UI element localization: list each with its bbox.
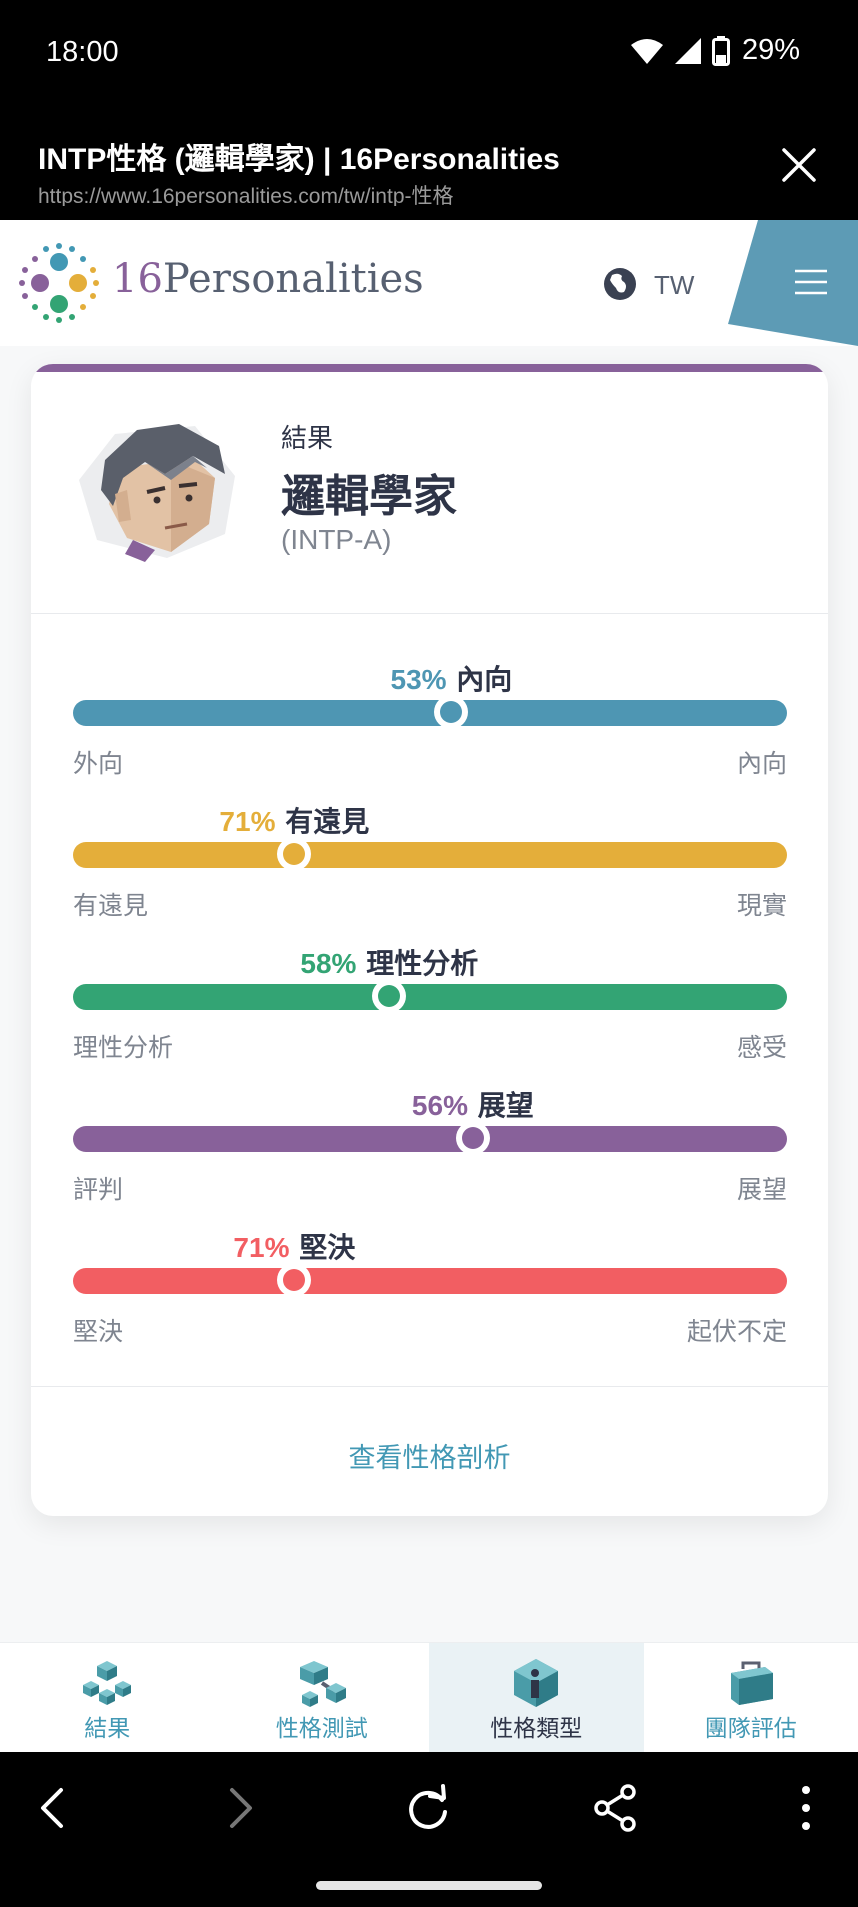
more-icon[interactable] [780, 1782, 832, 1834]
home-indicator[interactable] [316, 1881, 542, 1890]
logo-dots-icon[interactable] [18, 242, 100, 324]
trait-headline: 71% 堅決 [233, 1226, 355, 1266]
trait-name: 理性分析 [366, 947, 479, 980]
logician-avatar [79, 424, 235, 562]
trait-track [73, 984, 787, 1010]
trait-track [73, 1268, 787, 1294]
site-header: 16Personalities TW [0, 220, 858, 346]
trait-left-label: 評判 [73, 1175, 124, 1204]
trait-name: 有遠見 [285, 805, 370, 838]
nav-tab-results[interactable]: 結果 [0, 1643, 215, 1753]
nav-label: 團隊評估 [704, 1716, 797, 1742]
trait-percent: 56% [411, 1090, 468, 1121]
trait-percent: 58% [300, 948, 357, 979]
language-selector[interactable]: TW [654, 270, 694, 301]
personality-type-name: 邏輯學家 [281, 471, 457, 522]
trait-track [73, 1126, 787, 1152]
custom-tab-header: INTP性格 (邏輯學家) | 16Personalities https://… [0, 108, 858, 220]
card-accent-bar [31, 364, 828, 372]
card-divider-bottom [31, 1386, 828, 1387]
logo-word: Personalities [162, 256, 424, 302]
nav-tab-teams[interactable]: 團隊評估 [644, 1643, 858, 1753]
trait-headline: 58% 理性分析 [300, 942, 478, 982]
trait-marker [277, 837, 312, 871]
battery-percent: 29% [741, 34, 800, 66]
menu-wedge[interactable] [728, 220, 858, 346]
trait-percent: 71% [219, 806, 276, 837]
status-icons: 29% [630, 34, 800, 67]
trait-left-label: 堅決 [73, 1317, 124, 1346]
trait-headline: 53% 內向 [391, 658, 513, 698]
trait-marker [372, 979, 407, 1013]
browser-toolbar [0, 1752, 858, 1907]
hamburger-menu-icon[interactable] [794, 268, 828, 296]
results-cubes-icon [83, 1661, 132, 1705]
info-gem-icon [514, 1659, 559, 1707]
trait-bar-tactics: 56% 展望 評判 展望 [73, 1084, 787, 1214]
battery-icon [711, 35, 730, 66]
trait-right-label: 展望 [736, 1175, 787, 1204]
status-time: 18:00 [46, 36, 119, 68]
back-icon[interactable] [27, 1782, 79, 1834]
close-icon[interactable] [778, 144, 820, 186]
logo-number: 16 [112, 256, 163, 302]
trait-right-label: 內向 [736, 749, 787, 778]
signal-icon [674, 37, 701, 64]
share-icon[interactable] [590, 1782, 642, 1834]
trait-headline: 56% 展望 [412, 1084, 534, 1124]
nav-tab-types[interactable]: 性格類型 [429, 1643, 644, 1753]
bottom-tab-nav: 結果 性格測試 性格類型 團隊評估 [0, 1642, 858, 1753]
trait-bar-energy: 71% 有遠見 有遠見 現實 [73, 800, 787, 930]
result-card: 結果 邏輯學家 (INTP-A) 53% 內向 外向 內向 71% 有遠見 有遠… [31, 364, 828, 1516]
forward-icon[interactable] [214, 1782, 266, 1834]
trait-left-label: 外向 [73, 749, 124, 778]
trait-marker [455, 1121, 490, 1155]
trait-track [73, 842, 787, 868]
trait-bar-identity: 71% 堅決 堅決 起伏不定 [73, 1226, 787, 1356]
nav-label: 性格測試 [275, 1716, 368, 1742]
status-bar: 18:00 29% [0, 0, 858, 108]
briefcase-icon [730, 1661, 773, 1705]
trait-left-label: 理性分析 [73, 1033, 174, 1062]
trait-right-label: 現實 [736, 891, 787, 920]
trait-right-label: 感受 [736, 1033, 787, 1062]
trait-percent: 53% [390, 664, 447, 695]
trait-right-label: 起伏不定 [686, 1317, 787, 1346]
nav-label: 結果 [84, 1716, 131, 1742]
trait-marker [434, 695, 469, 729]
test-cubes-icon [299, 1661, 346, 1707]
reload-icon[interactable] [402, 1782, 454, 1834]
personality-type-code: (INTP-A) [281, 524, 392, 555]
trait-left-label: 有遠見 [73, 891, 149, 920]
trait-bar-nature: 58% 理性分析 理性分析 感受 [73, 942, 787, 1072]
nav-label: 性格類型 [490, 1716, 583, 1742]
nav-tab-test[interactable]: 性格測試 [215, 1643, 430, 1753]
trait-track [73, 700, 787, 726]
wifi-icon [630, 38, 663, 64]
trait-name: 展望 [477, 1089, 534, 1122]
globe-icon[interactable] [602, 266, 638, 302]
logo-wordmark[interactable]: 16Personalities [112, 256, 424, 302]
trait-bar-mind: 53% 內向 外向 內向 [73, 658, 787, 788]
trait-name: 內向 [456, 663, 513, 696]
trait-percent: 71% [233, 1232, 290, 1263]
card-divider-top [31, 613, 828, 614]
result-label: 結果 [281, 424, 334, 454]
trait-name: 堅決 [299, 1231, 356, 1264]
view-profile-link[interactable]: 查看性格剖析 [31, 1436, 828, 1475]
tab-title: INTP性格 (邏輯學家) | 16Personalities [38, 143, 560, 176]
tab-url[interactable]: https://www.16personalities.com/tw/intp-… [38, 180, 738, 206]
trait-headline: 71% 有遠見 [219, 800, 369, 840]
trait-marker [277, 1263, 312, 1297]
